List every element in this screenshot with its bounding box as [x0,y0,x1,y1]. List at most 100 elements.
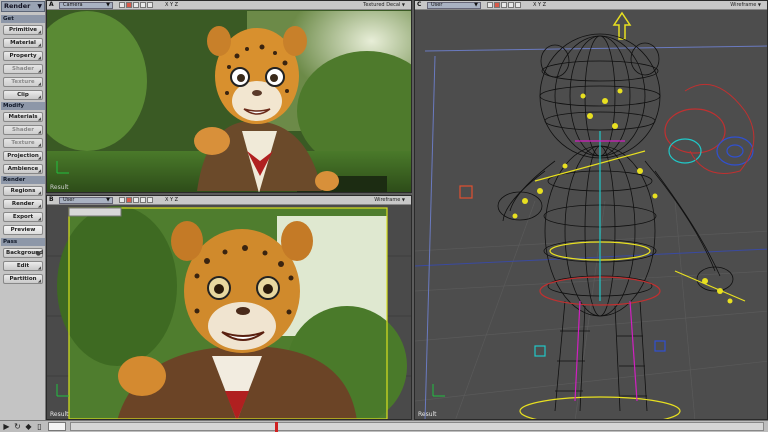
result-label: Result [418,411,437,418]
shader-button[interactable]: Shader ◢ [3,64,43,74]
submenu-arrow-icon: ◢ [37,142,41,147]
regions-button[interactable]: Regions ◢ [3,186,43,196]
wireframe-view [415,1,767,419]
axes-label: X Y Z [165,197,179,203]
viewport-tool-icon[interactable] [126,197,132,203]
preview-button[interactable]: Preview [3,225,43,235]
submenu-arrow-icon: ◢ [37,203,41,208]
submenu-arrow-icon: ◢ [37,116,41,121]
submenu-arrow-icon: ◢ [37,94,41,99]
section-pass[interactable]: Pass [1,238,45,246]
submenu-arrow-icon: ◢ [37,29,41,34]
render-image [47,1,411,192]
viewport-tool-icon[interactable] [147,197,153,203]
viewport-tools[interactable] [119,2,153,9]
dropdown-arrow-icon: ▼ [106,2,110,8]
display-mode-select[interactable]: Wireframe ▼ [730,1,761,9]
frame-field[interactable] [48,422,66,431]
viewport-tool-icon[interactable] [133,2,139,8]
submenu-arrow-icon: ◢ [37,278,41,283]
export-button[interactable]: Export ◢ [3,212,43,222]
dropdown-arrow-icon: ▼ [37,3,42,10]
display-mode-select[interactable]: Textured Decal ▼ [363,1,405,9]
key-icon[interactable]: ◆ [24,422,33,431]
dropdown-arrow-icon: ▼ [757,2,761,7]
section-render[interactable]: Render [1,176,45,184]
submenu-arrow-icon: ◢ [37,168,41,173]
viewport-tool-icon[interactable] [501,2,507,8]
frame-icon[interactable]: ▯ [35,422,44,431]
viewport-b[interactable]: B User ▼ X Y Z Wireframe ▼ Result [46,195,412,420]
dropdown-arrow-icon: ▼ [401,197,405,202]
viewport-a[interactable]: A Camera ▼ X Y Z Textured Decal ▼ Result [46,0,412,193]
primitive-button[interactable]: Primitive ◢ [3,25,43,35]
dropdown-arrow-icon: ▼ [474,2,478,8]
submenu-arrow-icon: ◢ [37,42,41,47]
modify-texture-button[interactable]: Texture ◢ [3,138,43,148]
viewport-tool-icon[interactable] [140,2,146,8]
render-button[interactable]: Render ◢ [3,199,43,209]
dropdown-arrow-icon: ▼ [401,2,405,7]
submenu-arrow-icon: ◢ [37,265,41,270]
ambience-button[interactable]: Ambience ◢ [3,164,43,174]
axes-label: X Y Z [533,2,547,8]
region-render-image [47,196,411,419]
viewport-tool-icon[interactable] [119,197,125,203]
playback-controls: ▶ ↻ ◆ ▯ [2,422,44,431]
viewport-tool-icon[interactable] [126,2,132,8]
submenu-arrow-icon: ◢ [37,155,41,160]
submenu-arrow-icon: ◢ [37,190,41,195]
partition-button[interactable]: Partition ◢ [3,274,43,284]
timeline-marker[interactable] [275,422,278,432]
edit-button[interactable]: Edit ◢ [3,261,43,271]
viewport-tools[interactable] [487,2,521,9]
timeline-track[interactable] [70,422,764,432]
submenu-arrow-icon: ◢ [37,81,41,86]
render-mode-select[interactable]: Render ▼ [1,1,45,12]
loop-icon[interactable]: ↻ [13,422,22,431]
viewport-tool-icon[interactable] [515,2,521,8]
result-label: Result [50,411,69,418]
section-modify[interactable]: Modify [1,102,45,110]
viewport-tool-icon[interactable] [133,197,139,203]
viewport-tool-icon[interactable] [508,2,514,8]
viewport-tool-icon[interactable] [119,2,125,8]
viewport-tool-icon[interactable] [494,2,500,8]
section-get[interactable]: Get [1,15,45,23]
axes-label: X Y Z [165,2,179,8]
property-button[interactable]: Property ◢ [3,51,43,61]
materials-button[interactable]: Materials ◢ [3,112,43,122]
texture-button[interactable]: Texture ◢ [3,77,43,87]
camera-select[interactable]: Camera ▼ [59,2,113,9]
viewport-c[interactable]: C User ▼ X Y Z Wireframe ▼ Result [414,0,768,420]
modify-shader-button[interactable]: Shader ◢ [3,125,43,135]
submenu-arrow-icon: ◢ [37,129,41,134]
viewport-b-toolbar: B User ▼ X Y Z Wireframe ▼ [47,196,411,205]
dropdown-circle-icon: ● [35,250,41,257]
timeline-bar: ▶ ↻ ◆ ▯ [0,420,768,432]
command-panel: Render ▼ Get Primitive ◢ Material ◢ Proper… [0,0,46,420]
camera-select[interactable]: User ▼ [59,197,113,204]
viewport-a-toolbar: A Camera ▼ X Y Z Textured Decal ▼ [47,1,411,10]
material-button[interactable]: Material ◢ [3,38,43,48]
dropdown-arrow-icon: ▼ [106,197,110,203]
viewport-letter: A [49,1,54,8]
viewport-tool-icon[interactable] [147,2,153,8]
clip-button[interactable]: Clip ◢ [3,90,43,100]
viewport-letter: C [417,1,422,8]
viewport-tools[interactable] [119,197,153,204]
mode-select-label: Render [4,2,31,10]
play-icon[interactable]: ▶ [2,422,11,431]
viewport-c-toolbar: C User ▼ X Y Z Wireframe ▼ [415,1,767,10]
viewport-letter: B [49,196,54,203]
submenu-arrow-icon: ◢ [37,216,41,221]
submenu-arrow-icon: ◢ [37,68,41,73]
camera-select[interactable]: User ▼ [427,2,481,9]
projection-button[interactable]: Projection ◢ [3,151,43,161]
display-mode-select[interactable]: Wireframe ▼ [374,196,405,204]
viewport-tool-icon[interactable] [140,197,146,203]
background-pass-select[interactable]: Background ● [3,248,43,258]
viewport-tool-icon[interactable] [487,2,493,8]
submenu-arrow-icon: ◢ [37,55,41,60]
result-label: Result [50,184,69,191]
